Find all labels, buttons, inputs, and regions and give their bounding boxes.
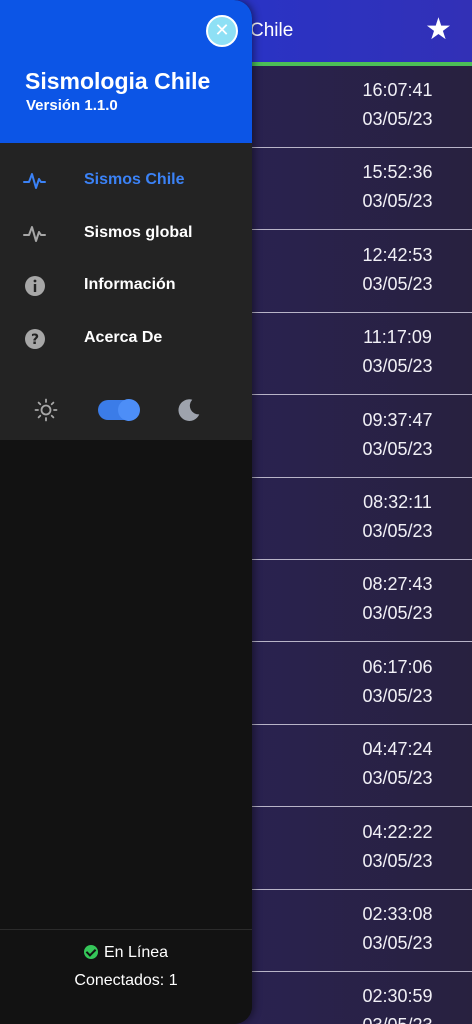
quake-date: 03/05/23 — [362, 356, 433, 377]
drawer-menu: Sismos Chile Sismos global Información ?… — [0, 143, 252, 440]
quake-time: 08:32:11 — [363, 492, 432, 512]
quake-date: 03/05/23 — [362, 768, 433, 789]
quake-time: 16:07:41 — [362, 80, 433, 100]
info-icon — [25, 276, 45, 296]
quake-date: 03/05/23 — [362, 685, 433, 706]
dark-mode-toggle[interactable] — [98, 399, 140, 421]
quake-time: 15:52:36 — [362, 162, 433, 183]
connection-status: En Línea Conectados: 1 — [0, 929, 252, 1024]
quake-time: 02:30:59 — [362, 986, 433, 1007]
pulse-icon — [23, 226, 46, 242]
quake-time: 04:47:24 — [362, 739, 433, 760]
menu-label: Sismos global — [84, 224, 193, 241]
quake-time: 11:17:09 — [363, 327, 432, 348]
check-circle-icon — [83, 945, 98, 959]
close-icon: ✕ — [214, 20, 230, 41]
close-drawer-button[interactable]: ✕ — [206, 15, 238, 47]
quake-date: 03/05/23 — [362, 438, 433, 459]
online-status: En Línea — [0, 944, 252, 962]
svg-text:?: ? — [31, 332, 39, 348]
quake-time: 08:27:43 — [362, 574, 433, 595]
quake-date: 03/05/23 — [362, 109, 433, 129]
header-title: Chile — [250, 20, 294, 41]
quake-date: 03/05/23 — [362, 273, 433, 294]
quake-time: 04:22:22 — [362, 821, 433, 842]
quake-time: 09:37:47 — [362, 409, 433, 430]
app-name: Sismologia Chile — [25, 68, 211, 94]
pulse-icon — [23, 173, 46, 189]
app-version: Versión 1.1.0 — [26, 97, 118, 114]
menu-item-sismos-global[interactable]: Sismos global — [0, 210, 252, 258]
star-icon[interactable]: ★ — [425, 14, 452, 46]
navigation-drawer: ✕ Sismologia Chile Versión 1.1.0 Sismos … — [0, 0, 252, 1024]
connected-count: Conectados: 1 — [74, 972, 178, 989]
menu-item-sismos-chile[interactable]: Sismos Chile — [0, 157, 252, 205]
menu-label: Acerca De — [84, 329, 163, 346]
drawer-header: ✕ Sismologia Chile Versión 1.1.0 — [0, 0, 252, 143]
menu-label: Sismos Chile — [84, 171, 185, 188]
quake-date: 03/05/23 — [362, 603, 433, 624]
sun-icon — [34, 398, 58, 422]
menu-item-informacion[interactable]: Información — [0, 262, 252, 310]
help-icon: ? — [25, 329, 45, 349]
quake-date: 03/05/23 — [362, 521, 433, 541]
quake-time: 06:17:06 — [362, 656, 433, 677]
quake-date: 03/05/23 — [362, 933, 433, 953]
status-text: En Línea — [103, 944, 169, 961]
quake-time: 12:42:53 — [362, 244, 433, 265]
quake-date: 03/05/23 — [340, 1015, 455, 1024]
theme-switcher — [0, 390, 252, 430]
quake-time: 02:33:08 — [362, 904, 433, 924]
toggle-knob — [118, 399, 140, 421]
menu-label: Información — [84, 276, 176, 293]
quake-date: 03/05/23 — [362, 191, 433, 212]
menu-item-acerca-de[interactable]: ? Acerca De — [0, 315, 252, 363]
quake-date: 03/05/23 — [362, 850, 433, 871]
moon-icon — [178, 399, 200, 421]
